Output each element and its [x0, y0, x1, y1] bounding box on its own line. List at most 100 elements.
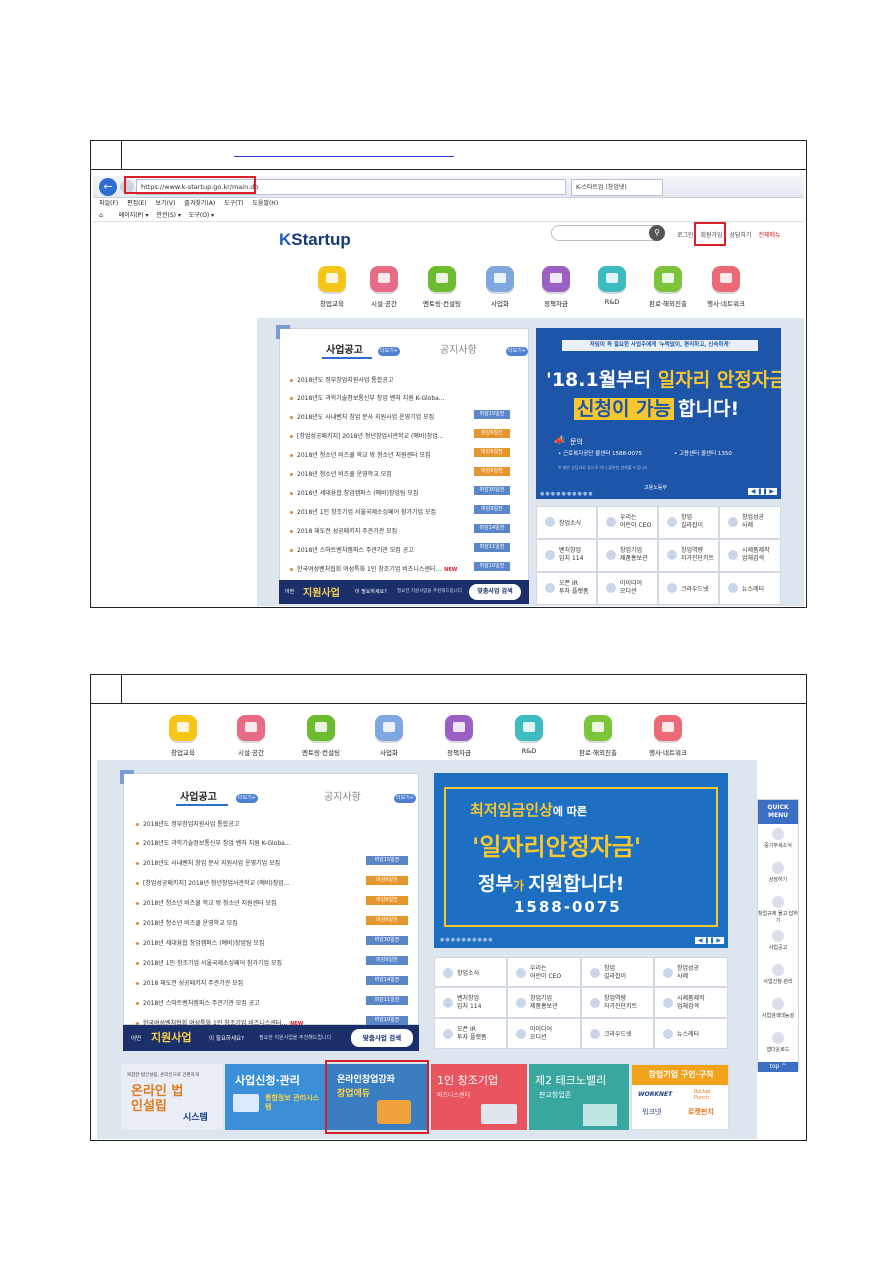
- tab-announcements[interactable]: 공지사항: [324, 788, 361, 803]
- category-commercialization[interactable]: 사업화: [363, 715, 415, 757]
- scroll-top-button[interactable]: top ^: [758, 1062, 798, 1072]
- menu-edit[interactable]: 편집(E): [127, 200, 147, 207]
- list-item[interactable]: 2018년 1인 창조기업 서울국제소싱페어 참가기업 모집: [136, 958, 282, 967]
- menu-view[interactable]: 보기(V): [156, 200, 176, 207]
- category-mentoring[interactable]: 멘토링·컨설팅: [293, 715, 349, 757]
- list-item[interactable]: 2018년도 사내벤처 창업 분사 지원사업 운영기업 모집: [290, 412, 434, 421]
- list-item[interactable]: 2018년 세대융합 창업캠퍼스 (예비)창업팀 모집: [290, 488, 418, 497]
- list-item[interactable]: 2018년도 정부창업지원사업 통합공고: [290, 375, 393, 384]
- category-startup-edu[interactable]: 창업교육: [157, 715, 209, 757]
- tab-business-notice[interactable]: 사업공고: [180, 788, 217, 803]
- quick-consult[interactable]: 상담하기: [758, 858, 798, 892]
- tile-idea-audition[interactable]: 아이디어 오디션: [597, 572, 658, 605]
- custom-search-button[interactable]: 맞춤사업 검색: [351, 1029, 413, 1047]
- list-item[interactable]: 2018년 청소년 비즈쿨 학교 밖 청소년 지원센터 모집: [136, 898, 277, 907]
- toolbar-safety[interactable]: 안전(S) ▾: [156, 212, 180, 219]
- list-item[interactable]: 2018년 세대융합 창업캠퍼스 (예비)창업팀 모집: [136, 938, 264, 947]
- tile-product-hall[interactable]: 창업기업 제품홍보관: [507, 987, 581, 1018]
- category-rnd[interactable]: R&D: [587, 266, 637, 306]
- all-menu-link[interactable]: 전체메뉴: [759, 232, 781, 239]
- more-button-2[interactable]: 더보기+: [506, 347, 528, 356]
- tile-idea-audition[interactable]: 아이디어 오디션: [507, 1018, 581, 1049]
- tile-product-hall[interactable]: 창업기업 제품홍보관: [597, 539, 658, 572]
- tile-startup-news[interactable]: 창업소식: [536, 506, 597, 539]
- toolbar-tools[interactable]: 도구(O) ▾: [189, 212, 214, 219]
- category-policy-fund[interactable]: 정책자금: [433, 715, 485, 757]
- tile-open-ir[interactable]: 오픈 IR 투자 플랫폼: [434, 1018, 507, 1049]
- tile-self-diagnosis[interactable]: 창업역량 자가진단키트: [581, 987, 654, 1018]
- category-startup-edu[interactable]: 창업교육: [307, 266, 357, 308]
- slide-controls[interactable]: ◀ ❚❚ ▶: [694, 937, 724, 944]
- tile-crowdnet[interactable]: 크라우드넷: [581, 1018, 654, 1049]
- quick-app-download[interactable]: 앱다운로드: [758, 1028, 798, 1062]
- main-banner-1[interactable]: 저임이 꼭 필요한 사업주에게 '누락없이, 편리하고, 신속하게' '18.1…: [536, 328, 781, 499]
- quick-apply-manage[interactable]: 사업신청·관리: [758, 960, 798, 994]
- promo-job-search[interactable]: 창업기업 구인·구직 WORKNET 워크넷 Rocket Punch 로켓펀치: [631, 1064, 729, 1130]
- tile-newsletter[interactable]: 뉴스레터: [654, 1018, 728, 1049]
- category-policy-fund[interactable]: 정책자금: [531, 266, 581, 308]
- site-search-input[interactable]: ⚲: [551, 225, 665, 241]
- tile-prototype[interactable]: 시제품제작 업체검색: [719, 539, 781, 572]
- category-events[interactable]: 행사·네트워크: [699, 266, 753, 308]
- category-mentoring[interactable]: 멘토링·컨설팅: [415, 266, 469, 308]
- list-item[interactable]: 2018 재도전 성공패키지 주관기관 모집: [290, 526, 397, 535]
- list-item[interactable]: 2018년도 사내벤처 창업 분사 지원사업 운영기업 모집: [136, 858, 280, 867]
- tile-startup-news[interactable]: 창업소식: [434, 957, 507, 987]
- more-button-2[interactable]: 더보기+: [394, 794, 416, 803]
- list-item[interactable]: 2018년 1인 창조기업 서울국제소싱페어 참가기업 모집: [290, 507, 436, 516]
- slide-controls[interactable]: ◀ ❚❚ ▶: [747, 488, 777, 495]
- category-facility[interactable]: 시설·공간: [225, 715, 277, 757]
- login-link[interactable]: 로그인: [677, 232, 694, 239]
- list-item[interactable]: [창업성공패키지] 2018년 청년창업사관학교 (예비)창업...: [290, 431, 443, 440]
- category-commercialization[interactable]: 사업화: [475, 266, 525, 308]
- slide-pager[interactable]: ●●●●●●●●●●: [540, 491, 594, 497]
- consult-link[interactable]: 상담하기: [730, 232, 752, 239]
- menu-favorites[interactable]: 즐겨찾기(A): [184, 200, 215, 207]
- category-events[interactable]: 행사·네트워크: [639, 715, 697, 757]
- list-item[interactable]: [창업성공패키지] 2018년 청년창업사관학교 (예비)창업...: [136, 878, 289, 887]
- tile-open-ir[interactable]: 오픈 IR 투자 플랫폼: [536, 572, 597, 605]
- tile-kid-ceo[interactable]: 우리는 어린이 CEO: [597, 506, 658, 539]
- list-item[interactable]: 한국여성벤처협회 여성특화 1인 창조기업 비즈니스센터... NEW: [290, 564, 457, 573]
- list-item[interactable]: 2018년 스마트벤처캠퍼스 주관기관 모집 공고: [290, 545, 414, 554]
- category-facility[interactable]: 시설·공간: [359, 266, 409, 308]
- promo-one-person-enterprise[interactable]: 1인 창조기업 비즈니스센터: [431, 1064, 527, 1130]
- custom-search-button[interactable]: 맞춤사업 검색: [469, 584, 521, 600]
- tile-guide[interactable]: 창업 길라잡이: [658, 506, 719, 539]
- promo-business-apply[interactable]: 사업신청·관리 통합정보 관리시스템: [225, 1064, 325, 1130]
- more-button[interactable]: 더보기+: [378, 347, 400, 356]
- more-button[interactable]: 더보기+: [236, 794, 258, 803]
- menu-help[interactable]: 도움말(H): [252, 200, 278, 207]
- search-icon[interactable]: ⚲: [649, 225, 665, 241]
- tile-guide[interactable]: 창업 길라잡이: [581, 957, 654, 987]
- list-item[interactable]: 2018년 청소년 비즈쿨 운영학교 모집: [136, 918, 238, 927]
- list-item[interactable]: 2018년도 정부창업지원사업 통합공고: [136, 819, 239, 828]
- browser-tab[interactable]: K-스타트업 (창업넷): [571, 179, 663, 196]
- list-item[interactable]: 2018 재도전 성공패키지 주관기관 모집: [136, 978, 243, 987]
- tile-venture-site[interactable]: 벤처창업 입지 114: [434, 987, 507, 1018]
- quick-regulation[interactable]: 창업규제 물고·답하기: [758, 892, 798, 926]
- quick-business-notice[interactable]: 사업공고: [758, 926, 798, 960]
- tile-success[interactable]: 창업성공 사례: [719, 506, 781, 539]
- list-item[interactable]: 2018년 청소년 비즈쿨 학교 밖 청소년 지원센터 모집: [290, 450, 431, 459]
- tab-business-notice[interactable]: 사업공고: [326, 341, 363, 356]
- tile-success[interactable]: 창업성공 사례: [654, 957, 728, 987]
- list-item[interactable]: 2018년도 과학기술정보통신부 창업 벤처 지원 K-Globa...: [290, 393, 445, 402]
- category-overseas[interactable]: 판로·해외진출: [641, 266, 695, 308]
- quick-news[interactable]: 중기부세소식: [758, 824, 798, 858]
- list-item[interactable]: 2018년도 과학기술정보통신부 창업 벤처 지원 K-Globa...: [136, 838, 291, 847]
- tile-prototype[interactable]: 시제품제작 업체검색: [654, 987, 728, 1018]
- menu-file[interactable]: 파일(F): [99, 200, 118, 207]
- main-banner-2[interactable]: 최저임금인상에 따른 '일자리안정자금' 정부가 지원합니다! 1588-007…: [434, 773, 728, 948]
- home-icon[interactable]: ⌂: [99, 212, 103, 219]
- list-item[interactable]: 2018년 스마트벤처캠퍼스 주관기관 모집 공고: [136, 998, 260, 1007]
- tab-announcements[interactable]: 공지사항: [440, 341, 477, 356]
- back-arrow-icon[interactable]: ←: [99, 178, 117, 196]
- kstartup-logo[interactable]: KStartup: [279, 230, 351, 250]
- toolbar-page[interactable]: 페이지(P) ▾: [119, 212, 149, 219]
- promo-online-incorporation[interactable]: 복잡한 법인설립, 온라인으로 간편하게 온라인 법인설립 시스템: [121, 1064, 223, 1130]
- category-overseas[interactable]: 판로·해외진출: [569, 715, 627, 757]
- tile-crowdnet[interactable]: 크라우드넷: [658, 572, 719, 605]
- tile-self-diagnosis[interactable]: 창업역량 자가진단키트: [658, 539, 719, 572]
- menu-tools[interactable]: 도구(T): [224, 200, 243, 207]
